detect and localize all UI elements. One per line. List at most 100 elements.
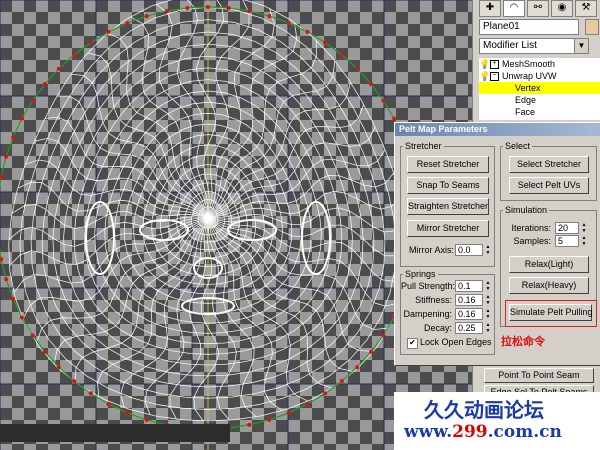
relax-heavy-button[interactable]: Relax(Heavy) xyxy=(509,277,589,294)
dampening-label: Dampening: xyxy=(403,309,452,319)
stretcher-point xyxy=(226,6,231,10)
stretcher-point xyxy=(247,9,252,14)
stretcher-point xyxy=(30,333,35,338)
stretcher-point xyxy=(144,417,149,422)
lock-open-edges-checkbox[interactable]: ✔ xyxy=(407,338,418,349)
stack-subitem-edge[interactable]: Edge xyxy=(479,94,600,106)
stack-item-label: Edge xyxy=(515,95,537,105)
mesh-spoke xyxy=(169,217,209,420)
watermark: 久久动画论坛 www.299.com.cn xyxy=(394,392,600,450)
spinner-arrows-icon[interactable]: ▲ ▼ xyxy=(580,222,588,234)
mesh-spoke xyxy=(207,217,408,257)
stretcher-point xyxy=(106,29,111,34)
stretcher-legend: Stretcher xyxy=(405,141,442,151)
expand-icon[interactable]: + xyxy=(490,60,499,70)
stretcher-point xyxy=(88,40,93,45)
stack-subitem-face[interactable]: Face xyxy=(479,106,600,118)
stack-subitem-vertex[interactable]: Vertex xyxy=(479,82,600,94)
stack-item-meshsmooth[interactable]: 💡 + MeshSmooth xyxy=(479,58,600,70)
iterations-label: Iterations: xyxy=(511,223,551,233)
chevron-down-icon[interactable]: ▼ xyxy=(574,39,588,53)
spinner-arrows-icon[interactable]: ▲ ▼ xyxy=(484,308,492,320)
modifier-list-dropdown[interactable]: Modifier List ▼ xyxy=(479,38,589,54)
reset-stretcher-button[interactable]: Reset Stretcher xyxy=(407,156,489,173)
stretcher-point xyxy=(206,5,210,9)
stiffness-input[interactable]: 0.16 xyxy=(455,294,483,306)
mesh-spoke xyxy=(207,217,237,421)
object-name-field[interactable]: Plane01 xyxy=(479,19,579,35)
stretcher-point xyxy=(125,410,130,415)
select-pelt-uvs-button[interactable]: Select Pelt UVs xyxy=(509,177,589,194)
mirror-stretcher-button[interactable]: Mirror Stretcher xyxy=(407,220,489,237)
stretcher-point xyxy=(164,9,169,14)
stretcher-point xyxy=(286,21,291,26)
relax-light-button[interactable]: Relax(Light) xyxy=(509,256,589,273)
stretcher-point xyxy=(11,296,16,301)
mesh-spoke xyxy=(207,217,400,307)
stretcher-point xyxy=(144,14,149,19)
create-tab-icon[interactable]: ✚ xyxy=(479,0,501,17)
utilities-tab-icon[interactable]: ⚒ xyxy=(575,0,597,17)
stretcher-point xyxy=(42,82,47,87)
spinner-arrows-icon[interactable]: ▲ ▼ xyxy=(484,294,492,306)
stretcher-point xyxy=(125,21,130,26)
simulation-legend: Simulation xyxy=(505,205,548,215)
stretcher-point xyxy=(4,154,9,159)
mesh-spoke xyxy=(207,217,283,411)
dialog-title[interactable]: Pelt Map Parameters xyxy=(395,123,600,136)
annotation-text: 拉松命令 xyxy=(501,336,545,348)
modify-tab-icon[interactable]: ◠ xyxy=(503,0,525,17)
select-legend: Select xyxy=(505,141,531,151)
mesh-spoke xyxy=(87,52,209,219)
springs-legend: Springs xyxy=(405,269,436,279)
pull-strength-label: Pull Strength: xyxy=(401,281,456,291)
collapse-icon[interactable]: − xyxy=(490,72,499,82)
lightbulb-icon[interactable]: 💡 xyxy=(479,70,490,82)
pull-strength-input[interactable]: 0.1 xyxy=(455,280,483,292)
samples-input[interactable]: 5 xyxy=(555,235,579,247)
spinner-arrows-icon[interactable]: ▲ ▼ xyxy=(484,244,492,256)
motion-tab-icon[interactable]: ◉ xyxy=(551,0,573,17)
snap-to-seams-button[interactable]: Snap To Seams xyxy=(407,177,489,194)
command-tabs: ✚ ◠ ⚯ ◉ ⚒ xyxy=(479,0,597,17)
stretcher-point xyxy=(267,417,272,422)
stretcher-point xyxy=(305,402,310,407)
stack-item-unwrap-uvw[interactable]: 💡 − Unwrap UVW xyxy=(479,70,600,82)
object-color-swatch[interactable] xyxy=(585,19,599,35)
mesh-spoke xyxy=(207,40,317,219)
samples-label: Samples: xyxy=(513,236,551,246)
stretcher-point xyxy=(11,135,16,140)
straighten-stretcher-button[interactable]: Straighten Stretcher xyxy=(407,198,489,215)
stretcher-point xyxy=(88,391,93,396)
stretcher-point xyxy=(4,277,9,282)
modifier-list-label: Modifier List xyxy=(483,40,537,51)
stretcher-point xyxy=(339,379,344,384)
stretcher-point xyxy=(286,410,291,415)
mirror-axis-input[interactable]: 0.0 xyxy=(455,244,483,256)
point-to-point-seam-button[interactable]: Point To Point Seam xyxy=(484,368,594,383)
stretcher-point xyxy=(355,66,360,71)
hierarchy-tab-icon[interactable]: ⚯ xyxy=(527,0,549,17)
select-stretcher-button[interactable]: Select Stretcher xyxy=(509,156,589,173)
watermark-url-highlight: 299 xyxy=(452,422,488,442)
iterations-input[interactable]: 20 xyxy=(555,222,579,234)
stretcher-point xyxy=(106,402,111,407)
stretcher-point xyxy=(392,116,397,121)
simulate-pelt-pulling-button[interactable]: Simulate Pelt Pulling xyxy=(509,304,593,321)
spinner-arrows-icon[interactable]: ▲ ▼ xyxy=(484,280,492,292)
dampening-input[interactable]: 0.16 xyxy=(455,308,483,320)
stretcher-point xyxy=(381,333,386,338)
mesh-spoke xyxy=(11,203,209,229)
viewport-status-strip xyxy=(0,424,230,442)
stretcher-point xyxy=(339,52,344,57)
spinner-arrows-icon[interactable]: ▲ ▼ xyxy=(484,322,492,334)
stretcher-point xyxy=(72,379,77,384)
stretcher-point xyxy=(381,98,386,103)
stretcher-point xyxy=(19,315,24,320)
stretcher-point xyxy=(185,6,190,10)
lightbulb-icon[interactable]: 💡 xyxy=(479,58,490,70)
spinner-arrows-icon[interactable]: ▲ ▼ xyxy=(580,235,588,247)
decay-input[interactable]: 0.25 xyxy=(455,322,483,334)
right-ear-outline xyxy=(301,201,331,275)
stretcher-point xyxy=(42,349,47,354)
